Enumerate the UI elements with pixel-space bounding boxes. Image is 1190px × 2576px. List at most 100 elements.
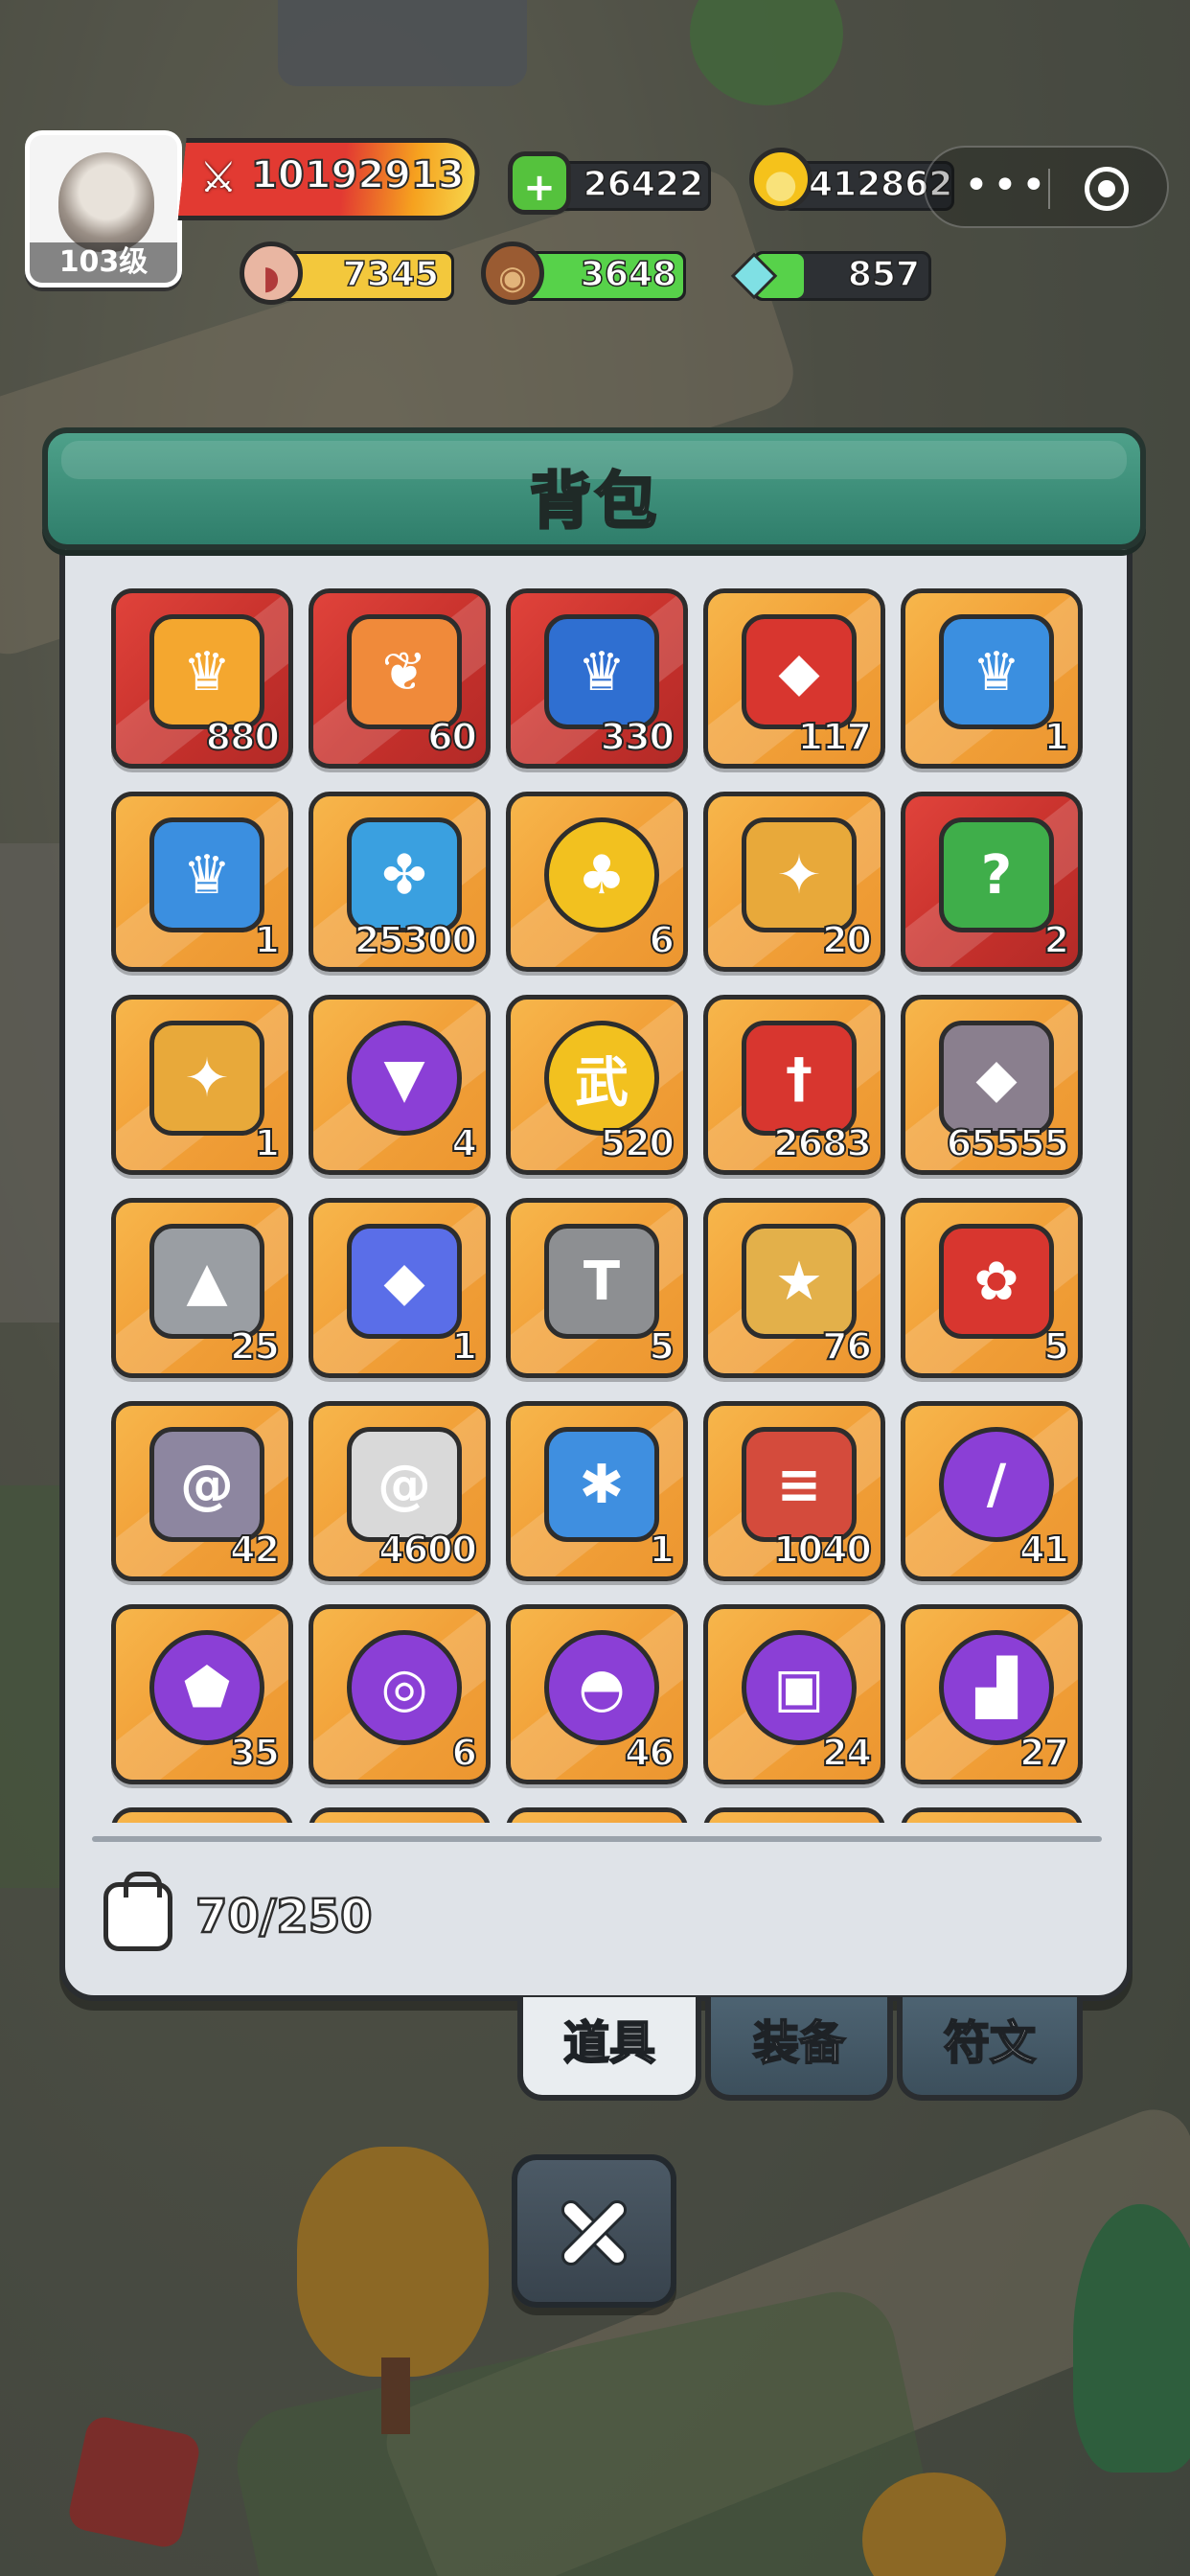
tab-items-label: 道具 xyxy=(562,2015,656,2071)
item-slot[interactable]: ◆ 1 xyxy=(309,1198,491,1378)
item-count: 25 xyxy=(229,1324,281,1368)
item-slot[interactable]: ♣ 6 xyxy=(506,792,688,972)
item-slot[interactable]: ▼ 4 xyxy=(309,995,491,1175)
item-count: 5 xyxy=(1043,1324,1071,1368)
item-slot[interactable]: ✱ 1 xyxy=(506,1401,688,1581)
item-slot[interactable]: ✦ 20 xyxy=(703,792,885,972)
item-slot[interactable]: /41 xyxy=(901,1401,1083,1581)
item-count: 880 xyxy=(205,715,281,759)
pinwheel-icon: ✤ xyxy=(347,817,462,932)
golden-chest-icon: ✦ xyxy=(149,1021,264,1136)
clover-coin-icon: ♣ xyxy=(544,817,659,932)
item-count: 6 xyxy=(451,1731,479,1775)
gem-chest-icon: ◆ xyxy=(742,614,857,729)
sword-orb-icon: / xyxy=(939,1427,1054,1542)
item-count: 60 xyxy=(426,715,478,759)
item-count: 1 xyxy=(1043,715,1071,759)
item-count: 41 xyxy=(1018,1528,1070,1572)
combat-power-value: 10192913 xyxy=(250,152,466,198)
item-slot[interactable]: ≡ 1040 xyxy=(703,1401,885,1581)
gold-coin-icon: ● xyxy=(749,148,812,211)
item-slot[interactable]: ♛ 880 xyxy=(111,588,293,769)
blue-crystal-icon: ◆ xyxy=(347,1224,462,1339)
item-slot[interactable]: ♛ 1 xyxy=(111,792,293,972)
item-slot[interactable]: ♛ 1 xyxy=(901,588,1083,769)
item-slot[interactable]: ♛ 330 xyxy=(506,588,688,769)
item-count: 20 xyxy=(821,918,873,962)
ring-orb-icon: ◎ xyxy=(347,1630,462,1745)
item-slot[interactable]: ? 2 xyxy=(901,792,1083,972)
shield-orb-icon: ⬟ xyxy=(149,1630,264,1745)
meat-chunk-icon: ≡ xyxy=(742,1427,857,1542)
crystal-resource-value: 857 xyxy=(847,254,921,295)
item-count: 4600 xyxy=(378,1528,478,1572)
crossed-swords-icon: ⚔ xyxy=(199,153,238,202)
item-slot[interactable]: ✦ 1 xyxy=(111,995,293,1175)
item-count: 4 xyxy=(451,1121,479,1165)
item-grid: ♛ 880 ❦ 60 ♛ 330 ◆ 117 ♛ 1 ♛ 1 ✤ 25300 ♣ 6 ✦ 20? 2 ✦ 1 ▼ 4 武 520… xyxy=(107,586,1085,1823)
stone-icon: ▲ xyxy=(149,1224,264,1339)
item-count: 330 xyxy=(600,715,675,759)
green-cube-icon: + xyxy=(508,151,571,215)
item-slot[interactable]: ▣ 24 xyxy=(703,1604,885,1784)
item-count: 2 xyxy=(1043,918,1071,962)
meat-icon: ◗ xyxy=(240,242,303,305)
blue-crown-chest-icon: ♛ xyxy=(149,817,264,932)
item-slot[interactable]: † 2683 xyxy=(703,995,885,1175)
more-options-icon[interactable]: ••• xyxy=(964,161,1050,210)
item-count: 76 xyxy=(821,1324,873,1368)
item-slot-partial[interactable] xyxy=(309,1807,491,1823)
item-count: 25300 xyxy=(354,918,478,962)
item-count: 1 xyxy=(649,1528,676,1572)
close-target-icon[interactable] xyxy=(1085,167,1129,211)
player-avatar[interactable]: 103级 xyxy=(25,130,182,288)
player-level: 103级 xyxy=(30,242,177,283)
white-rune-stone-icon: @ xyxy=(347,1427,462,1542)
item-slot[interactable]: ◆ 117 xyxy=(703,588,885,769)
item-slot[interactable]: T5 xyxy=(506,1198,688,1378)
cat-portrait xyxy=(58,152,154,252)
wood-resource-value: 3648 xyxy=(580,254,677,295)
green-resource-value: 26422 xyxy=(583,164,704,205)
wood-log-icon: ◉ xyxy=(481,242,544,305)
item-slot[interactable]: ▟ 27 xyxy=(901,1604,1083,1784)
red-ticket-icon: ✿ xyxy=(939,1224,1054,1339)
red-card-icon: ♛ xyxy=(149,614,264,729)
item-slot[interactable]: ◓ 46 xyxy=(506,1604,688,1784)
tab-equipment[interactable]: 装备 xyxy=(705,1997,893,2101)
item-slot[interactable]: @4600 xyxy=(309,1401,491,1581)
item-slot[interactable]: ⬟ 35 xyxy=(111,1604,293,1784)
helmet-orb-icon: ◓ xyxy=(544,1630,659,1745)
tab-runes-label: 符文 xyxy=(943,2015,1037,2071)
backpack-icon xyxy=(103,1872,172,1951)
item-slot-partial[interactable] xyxy=(901,1807,1083,1823)
blue-crown-chest-icon: ♛ xyxy=(939,614,1054,729)
item-slot[interactable]: 武 520 xyxy=(506,995,688,1175)
item-slot[interactable]: @42 xyxy=(111,1401,293,1581)
item-slot[interactable]: ❦ 60 xyxy=(309,588,491,769)
item-count: 1040 xyxy=(772,1528,873,1572)
item-count: 42 xyxy=(229,1528,281,1572)
blue-ticket-icon: ✱ xyxy=(544,1427,659,1542)
item-count: 1 xyxy=(254,1121,282,1165)
item-count: 65555 xyxy=(946,1121,1070,1165)
hammer-icon: T xyxy=(544,1224,659,1339)
tab-runes[interactable]: 符文 xyxy=(897,1997,1083,2101)
pink-ore-icon: ◆ xyxy=(939,1021,1054,1136)
item-slot[interactable]: ◆ 65555 xyxy=(901,995,1083,1175)
meat-resource-value: 7345 xyxy=(342,254,440,295)
tab-equipment-label: 装备 xyxy=(752,2015,846,2071)
item-slot-partial[interactable] xyxy=(703,1807,885,1823)
item-slot-partial[interactable] xyxy=(506,1807,688,1823)
sword-badge-icon: † xyxy=(742,1021,857,1136)
item-slot[interactable]: ✤ 25300 xyxy=(309,792,491,972)
item-slot[interactable]: ★ 76 xyxy=(703,1198,885,1378)
item-slot[interactable]: ▲ 25 xyxy=(111,1198,293,1378)
tab-items[interactable]: 道具 xyxy=(517,1997,701,2101)
grid-divider xyxy=(92,1836,1102,1842)
item-slot[interactable]: ◎ 6 xyxy=(309,1604,491,1784)
item-slot-partial[interactable] xyxy=(111,1807,293,1823)
purple-rune-stone-icon: @ xyxy=(149,1427,264,1542)
item-slot[interactable]: ✿ 5 xyxy=(901,1198,1083,1378)
close-button[interactable] xyxy=(512,2154,676,2308)
